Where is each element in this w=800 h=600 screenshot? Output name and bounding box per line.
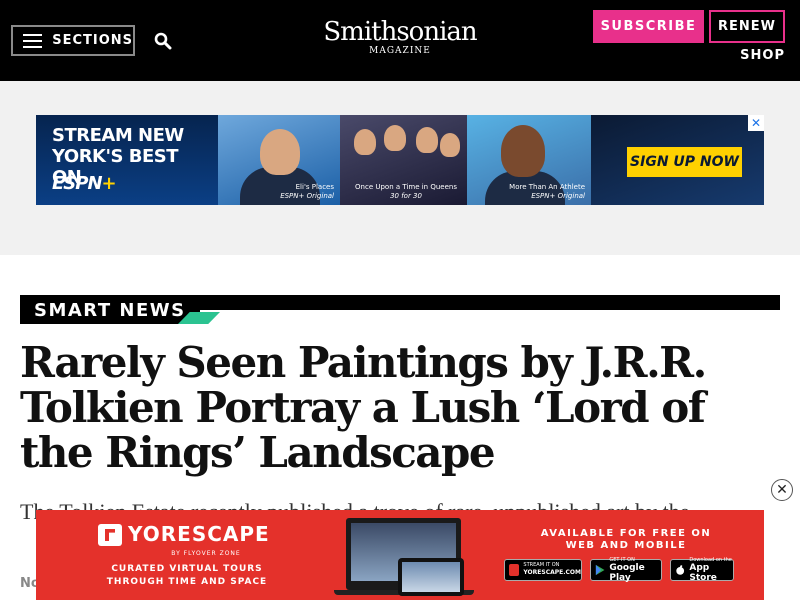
phone-image: [398, 558, 464, 596]
sections-menu-button[interactable]: SECTIONS: [11, 25, 135, 56]
availability-line-1: AVAILABLE FOR FREE ON: [540, 528, 712, 539]
person-face: [260, 129, 300, 175]
tagline-line-2: THROUGH TIME AND SPACE: [106, 577, 268, 587]
panel-subtitle: ESPN+ Original: [531, 192, 585, 200]
yorescape-web-badge[interactable]: STREAM IT ON YORESCAPE.COM: [504, 559, 582, 581]
search-icon[interactable]: [154, 32, 172, 50]
close-ad-icon[interactable]: ✕: [771, 479, 793, 501]
person-face: [416, 127, 438, 153]
person-face: [501, 125, 545, 177]
badge-text: GET IT ON Google Play: [609, 557, 661, 583]
ad-panel-caption: More Than An Athlete ESPN+ Original: [509, 183, 585, 201]
sections-label: SECTIONS: [52, 33, 133, 48]
ad-panel-caption: Once Upon a Time in Queens 30 for 30: [355, 183, 457, 201]
google-play-badge[interactable]: GET IT ON Google Play: [590, 557, 662, 583]
article-headline: Rarely Seen Paintings by J.R.R. Tolkien …: [20, 338, 707, 477]
espn-banner-ad[interactable]: STREAM NEW YORK'S BEST ON ESPN+ Eli's Pl…: [36, 115, 764, 205]
site-header: SECTIONS Smithsonian MAGAZINE SUBSCRIBE …: [0, 0, 800, 81]
ad-close-icon[interactable]: ✕: [748, 115, 764, 131]
renew-button[interactable]: RENEW: [709, 10, 785, 43]
app-store-badge[interactable]: Download on the App Store: [670, 557, 734, 583]
ad-headline-panel: STREAM NEW YORK'S BEST ON ESPN+: [36, 115, 218, 205]
sign-up-now-button[interactable]: SIGN UP NOW: [627, 147, 742, 177]
badge-text: Download on the App Store: [689, 557, 733, 583]
smithsonian-logo[interactable]: Smithsonian MAGAZINE: [300, 18, 500, 56]
ad-panel-queens: Once Upon a Time in Queens 30 for 30: [340, 115, 467, 205]
espn-brand-text: ESPN: [52, 173, 103, 194]
espn-plus-text: +: [101, 173, 117, 194]
badge-big-text: Google Play: [609, 563, 645, 583]
availability-line-2: WEB AND MOBILE: [565, 540, 687, 551]
phone-screen: [402, 562, 460, 592]
ad-panel-more-than-athlete: More Than An Athlete ESPN+ Original: [467, 115, 591, 205]
ad-panel-elis-places: Eli's Places ESPN+ Original: [218, 115, 340, 205]
section-label-smart-news[interactable]: SMART NEWS: [20, 295, 200, 324]
yorescape-tagline: CURATED VIRTUAL TOURS THROUGH TIME AND S…: [92, 563, 282, 589]
shop-link[interactable]: SHOP: [735, 48, 785, 66]
panel-title: More Than An Athlete: [509, 183, 585, 191]
badge-big-text: YORESCAPE.COM: [523, 569, 581, 576]
person-face: [354, 129, 376, 155]
person-face: [384, 125, 406, 151]
subscribe-button[interactable]: SUBSCRIBE: [593, 10, 704, 43]
badge-big-text: App Store: [689, 563, 717, 583]
logo-wordmark: Smithsonian: [323, 17, 477, 47]
person-face: [440, 133, 460, 157]
espn-logo: ESPN+: [52, 173, 117, 194]
logo-subtitle: MAGAZINE: [369, 46, 431, 56]
availability-text: AVAILABLE FOR FREE ON WEB AND MOBILE: [526, 528, 726, 552]
ad-cta-panel: SIGN UP NOW: [591, 115, 764, 205]
yorescape-icon: [509, 564, 520, 576]
hamburger-icon: [23, 33, 43, 48]
panel-subtitle: ESPN+ Original: [280, 192, 334, 200]
yorescape-byline: BY FLYOVER ZONE: [171, 550, 241, 557]
ad-panel-caption: Eli's Places ESPN+ Original: [280, 183, 334, 201]
panel-subtitle: 30 for 30: [390, 192, 422, 200]
apple-icon: [676, 564, 685, 575]
badge-text: STREAM IT ON YORESCAPE.COM: [523, 562, 581, 578]
yorescape-logo-icon: [98, 524, 122, 546]
panel-title: Once Upon a Time in Queens: [355, 183, 457, 191]
tagline-line-1: CURATED VIRTUAL TOURS: [111, 564, 263, 574]
google-play-icon: [595, 564, 605, 576]
panel-title: Eli's Places: [295, 183, 334, 191]
yorescape-sticky-ad[interactable]: YORESCAPE BY FLYOVER ZONE CURATED VIRTUA…: [36, 510, 764, 600]
yorescape-brand: YORESCAPE: [128, 522, 270, 546]
